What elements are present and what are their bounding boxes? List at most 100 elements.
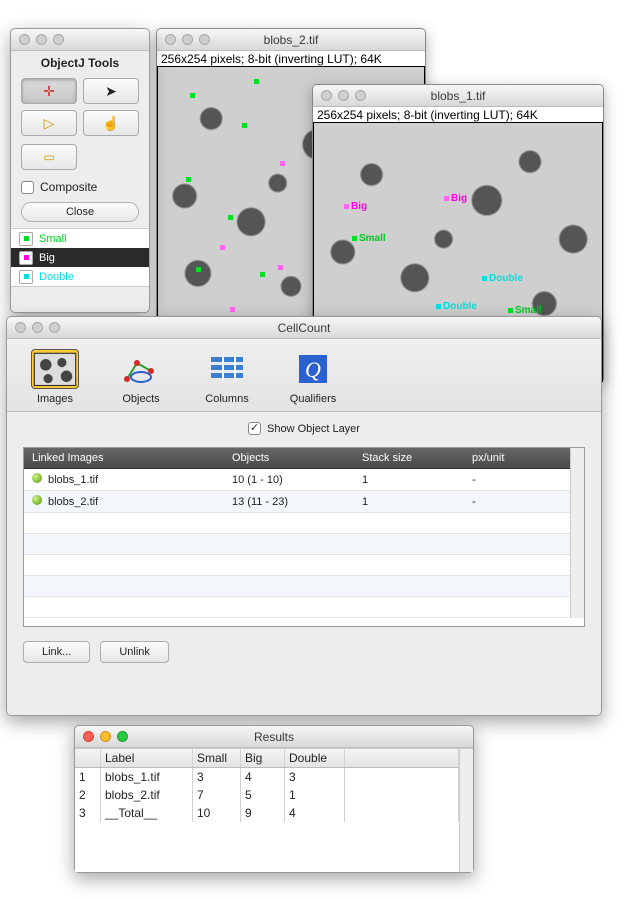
zoom-icon[interactable] xyxy=(199,34,210,45)
category-big[interactable]: Big xyxy=(11,248,149,267)
results-table[interactable]: Label Small Big Double 1blobs_1.tif3432b… xyxy=(75,748,473,872)
unlink-button[interactable]: Unlink xyxy=(100,641,169,663)
linked-image-icon xyxy=(32,495,42,505)
close-icon[interactable] xyxy=(321,90,332,101)
titlebar[interactable]: blobs_1.tif xyxy=(313,85,603,107)
col-big[interactable]: Big xyxy=(241,749,285,767)
object-marker-small[interactable] xyxy=(186,177,191,182)
table-row[interactable]: 1blobs_1.tif343 xyxy=(75,768,459,786)
zoom-icon[interactable] xyxy=(49,322,60,333)
category-small[interactable]: Small xyxy=(11,229,149,248)
object-marker-big[interactable] xyxy=(278,265,283,270)
close-button[interactable]: Close xyxy=(21,202,139,222)
crosshair-icon: ✛ xyxy=(43,83,55,100)
object-marker-small[interactable]: Small xyxy=(508,305,542,316)
tab-objects[interactable]: Objects xyxy=(109,349,173,405)
table-row[interactable]: blobs_2.tif13 (11 - 23)1- xyxy=(24,491,570,513)
results-window[interactable]: Results Label Small Big Double 1blobs_1.… xyxy=(74,725,474,873)
cell-label: blobs_2.tif xyxy=(101,786,193,804)
target-tool-button[interactable]: ✛ xyxy=(21,78,77,104)
tab-images[interactable]: Images xyxy=(23,349,87,405)
object-marker-small[interactable] xyxy=(242,123,247,128)
columns-icon xyxy=(203,349,251,389)
category-list[interactable]: SmallBigDouble xyxy=(11,228,149,287)
objectj-tools-window[interactable]: ObjectJ Tools ✛ ➤ ▷ ☝ ▭ Composite Close … xyxy=(10,28,150,313)
col-small[interactable]: Small xyxy=(193,749,241,767)
object-marker-big[interactable]: Big xyxy=(344,201,367,212)
table-row[interactable] xyxy=(24,534,570,555)
col-linked-images[interactable]: Linked Images xyxy=(24,448,224,468)
minimize-icon[interactable] xyxy=(36,34,47,45)
table-row[interactable] xyxy=(24,513,570,534)
titlebar[interactable]: CellCount xyxy=(7,317,601,339)
table-row[interactable] xyxy=(24,597,570,618)
cell-stack: 1 xyxy=(354,492,464,512)
object-marker-small[interactable] xyxy=(254,79,259,84)
table-row[interactable] xyxy=(24,576,570,597)
tab-columns[interactable]: Columns xyxy=(195,349,259,405)
object-marker-double[interactable]: Double xyxy=(436,301,477,312)
object-marker-big[interactable]: Big xyxy=(444,193,467,204)
category-swatch-icon xyxy=(19,270,33,284)
tab-label: Images xyxy=(37,393,73,405)
category-double[interactable]: Double xyxy=(11,267,149,286)
close-icon[interactable] xyxy=(15,322,26,333)
close-icon[interactable] xyxy=(165,34,176,45)
show-object-layer-checkbox[interactable] xyxy=(248,422,261,435)
object-marker-big[interactable] xyxy=(280,161,285,166)
marker-dot-icon xyxy=(278,265,283,270)
zoom-icon[interactable] xyxy=(355,90,366,101)
show-object-layer-row[interactable]: Show Object Layer xyxy=(7,412,601,441)
table-row[interactable] xyxy=(24,555,570,576)
selection-tool-button[interactable]: ▭ xyxy=(21,144,77,170)
close-icon[interactable] xyxy=(19,34,30,45)
minimize-icon[interactable] xyxy=(100,731,111,742)
tab-label: Qualifiers xyxy=(290,393,336,405)
cursor-tool-button[interactable]: ➤ xyxy=(83,78,139,104)
cell-big: 9 xyxy=(241,804,285,822)
object-marker-small[interactable] xyxy=(190,93,195,98)
minimize-icon[interactable] xyxy=(32,322,43,333)
col-objects[interactable]: Objects xyxy=(224,448,354,468)
cellcount-window[interactable]: CellCount Images Objects Columns Q Quali… xyxy=(6,316,602,716)
object-marker-small[interactable] xyxy=(196,267,201,272)
marker-dot-icon xyxy=(196,267,201,272)
titlebar[interactable]: Results xyxy=(75,726,473,748)
close-icon[interactable] xyxy=(83,731,94,742)
table-row[interactable]: blobs_1.tif10 (1 - 10)1- xyxy=(24,469,570,491)
hand-tool-button[interactable]: ☝ xyxy=(83,110,139,136)
table-header: Label Small Big Double xyxy=(75,749,459,768)
col-stack-size[interactable]: Stack size xyxy=(354,448,464,468)
composite-checkbox-row[interactable]: Composite xyxy=(11,174,149,198)
scrollbar[interactable] xyxy=(459,749,473,872)
col-double[interactable]: Double xyxy=(285,749,345,767)
object-marker-small[interactable] xyxy=(260,272,265,277)
link-button[interactable]: Link... xyxy=(23,641,90,663)
tab-qualifiers[interactable]: Q Qualifiers xyxy=(281,349,345,405)
titlebar[interactable] xyxy=(11,29,149,51)
titlebar[interactable]: blobs_2.tif xyxy=(157,29,425,51)
table-row[interactable]: 2blobs_2.tif751 xyxy=(75,786,459,804)
composite-checkbox[interactable] xyxy=(21,181,34,194)
cell-index: 2 xyxy=(75,786,101,804)
zoom-icon[interactable] xyxy=(53,34,64,45)
col-px-unit[interactable]: px/unit xyxy=(464,448,564,468)
marker-dot-icon xyxy=(260,272,265,277)
scrollbar[interactable] xyxy=(570,448,584,618)
cell-px: - xyxy=(464,470,564,490)
table-row[interactable]: 3__Total__1094 xyxy=(75,804,459,822)
arrow-tool-button[interactable]: ▷ xyxy=(21,110,77,136)
object-marker-small[interactable]: Small xyxy=(352,233,386,244)
object-marker-double[interactable]: Double xyxy=(482,273,523,284)
object-marker-big[interactable] xyxy=(230,307,235,312)
linked-images-table[interactable]: Linked Images Objects Stack size px/unit… xyxy=(23,447,585,627)
zoom-icon[interactable] xyxy=(117,731,128,742)
minimize-icon[interactable] xyxy=(338,90,349,101)
marker-dot-icon xyxy=(344,204,349,209)
col-label[interactable]: Label xyxy=(101,749,193,767)
object-marker-small[interactable] xyxy=(228,215,233,220)
object-marker-big[interactable] xyxy=(220,245,225,250)
cell-stack: 1 xyxy=(354,470,464,490)
minimize-icon[interactable] xyxy=(182,34,193,45)
marker-dot-icon xyxy=(352,236,357,241)
